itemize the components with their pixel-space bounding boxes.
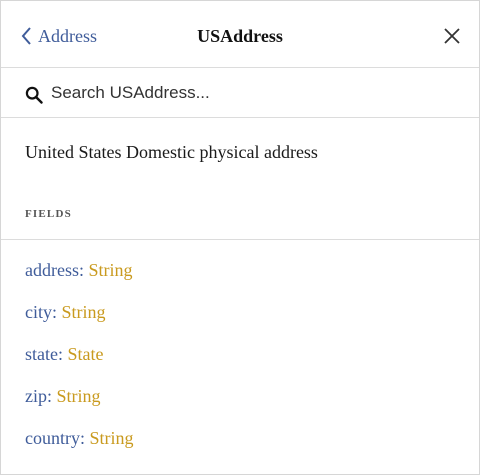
field-separator: : — [47, 386, 57, 406]
field-type-link[interactable]: String — [57, 386, 101, 406]
field-type-link[interactable]: String — [62, 302, 106, 322]
close-icon — [444, 28, 460, 44]
field-type-link[interactable]: State — [68, 344, 104, 364]
back-link-label: Address — [38, 26, 97, 46]
divider — [1, 239, 479, 240]
field-separator: : — [79, 428, 90, 448]
close-button[interactable] — [441, 25, 463, 47]
field-type-link[interactable]: String — [90, 428, 134, 448]
chevron-left-icon — [21, 27, 31, 45]
doc-explorer-panel: Address USAddress United States Domestic… — [0, 0, 480, 475]
fields-heading: FIELDS — [25, 208, 72, 220]
field-name[interactable]: address — [25, 260, 79, 280]
field-item[interactable]: state: State — [25, 343, 134, 385]
field-name[interactable]: country — [25, 428, 80, 448]
field-item[interactable]: address: String — [25, 259, 134, 301]
field-item[interactable]: city: String — [25, 301, 134, 343]
search-icon — [25, 86, 43, 104]
field-separator: : — [78, 260, 89, 280]
field-separator: : — [52, 302, 62, 322]
field-name[interactable]: state — [25, 344, 58, 364]
type-description: United States Domestic physical address — [25, 142, 318, 162]
panel-header: Address USAddress — [1, 1, 479, 68]
search-bar — [1, 68, 479, 118]
field-list: address: String city: String state: Stat… — [25, 259, 134, 469]
field-item[interactable]: country: String — [25, 427, 134, 469]
field-name[interactable]: city — [25, 302, 52, 322]
field-item[interactable]: zip: String — [25, 385, 134, 427]
field-type-link[interactable]: String — [89, 260, 133, 280]
field-name[interactable]: zip — [25, 386, 47, 406]
search-input[interactable] — [51, 81, 451, 105]
field-separator: : — [58, 344, 68, 364]
back-link[interactable]: Address — [21, 25, 97, 47]
